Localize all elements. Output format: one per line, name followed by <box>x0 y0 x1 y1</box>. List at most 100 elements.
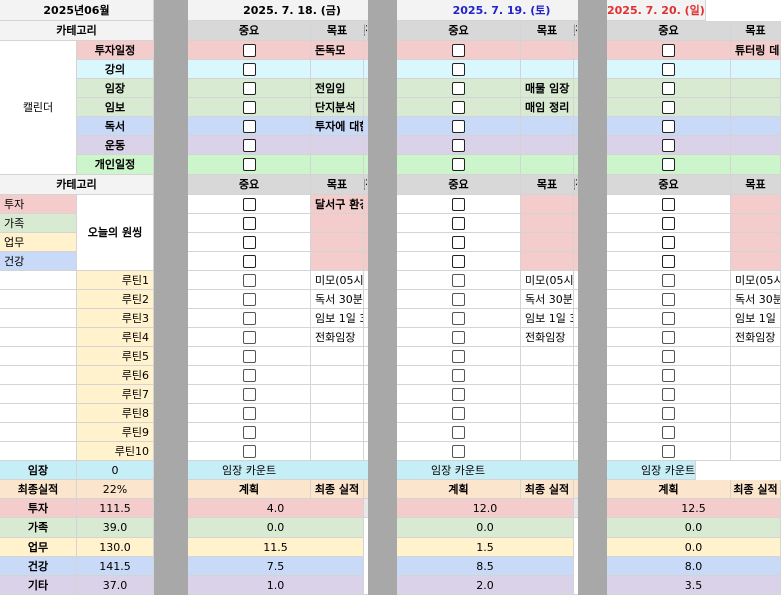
checkbox[interactable] <box>662 197 675 211</box>
goal-cell[interactable]: 전화임장 <box>311 328 364 347</box>
checkbox[interactable] <box>662 330 675 344</box>
goal-cell[interactable] <box>311 347 364 366</box>
importance-cell[interactable] <box>397 271 521 290</box>
checkbox[interactable] <box>242 425 256 439</box>
goal-cell[interactable]: 매물 임장 <box>521 79 574 98</box>
goal-cell[interactable]: 달서구 환경1P <box>311 195 364 214</box>
checkbox[interactable] <box>452 387 465 401</box>
checkbox[interactable] <box>452 216 465 230</box>
checkbox[interactable] <box>242 100 256 114</box>
goal-cell[interactable] <box>521 252 574 271</box>
importance-cell[interactable] <box>188 155 311 175</box>
importance-cell[interactable] <box>607 290 731 309</box>
importance-cell[interactable] <box>607 155 731 175</box>
goal-cell[interactable] <box>521 347 574 366</box>
importance-cell[interactable] <box>397 79 521 98</box>
checkbox[interactable] <box>452 43 465 57</box>
goal-cell[interactable] <box>521 366 574 385</box>
checkbox[interactable] <box>452 62 465 76</box>
importance-cell[interactable] <box>607 117 731 136</box>
goal-cell[interactable] <box>311 385 364 404</box>
importance-cell[interactable] <box>607 271 731 290</box>
importance-cell[interactable] <box>397 117 521 136</box>
importance-cell[interactable] <box>188 271 311 290</box>
importance-cell[interactable] <box>188 404 311 423</box>
checkbox[interactable] <box>242 368 256 382</box>
goal-cell[interactable]: 투자에 대한 생각 <box>311 117 364 136</box>
goal-cell[interactable]: 독서 30분 이상 <box>311 290 364 309</box>
importance-cell[interactable] <box>188 347 311 366</box>
importance-cell[interactable] <box>397 404 521 423</box>
goal-cell[interactable]: 돈독모 <box>311 41 364 60</box>
goal-cell[interactable]: 튜터링 데이 <box>731 41 781 60</box>
importance-cell[interactable] <box>607 347 731 366</box>
checkbox[interactable] <box>662 62 675 76</box>
importance-cell[interactable] <box>188 233 311 252</box>
goal-cell[interactable] <box>731 347 781 366</box>
importance-cell[interactable] <box>607 385 731 404</box>
importance-cell[interactable] <box>397 328 521 347</box>
importance-cell[interactable] <box>188 79 311 98</box>
checkbox[interactable] <box>662 387 675 401</box>
importance-cell[interactable] <box>397 41 521 60</box>
goal-cell[interactable] <box>521 117 574 136</box>
checkbox[interactable] <box>452 292 465 306</box>
importance-cell[interactable] <box>397 347 521 366</box>
importance-cell[interactable] <box>397 366 521 385</box>
goal-cell[interactable] <box>731 404 781 423</box>
importance-cell[interactable] <box>607 214 731 233</box>
goal-cell[interactable] <box>731 136 781 155</box>
checkbox[interactable] <box>242 62 256 76</box>
importance-cell[interactable] <box>188 328 311 347</box>
goal-cell[interactable] <box>731 60 781 79</box>
importance-cell[interactable] <box>188 309 311 328</box>
goal-cell[interactable] <box>731 252 781 271</box>
checkbox[interactable] <box>242 43 256 57</box>
importance-cell[interactable] <box>607 195 731 214</box>
goal-cell[interactable] <box>731 423 781 442</box>
importance-cell[interactable] <box>188 117 311 136</box>
goal-cell[interactable] <box>311 60 364 79</box>
goal-cell[interactable] <box>731 442 781 461</box>
goal-cell[interactable]: 독서 30분 이상 <box>731 290 781 309</box>
goal-cell[interactable] <box>521 385 574 404</box>
importance-cell[interactable] <box>397 195 521 214</box>
importance-cell[interactable] <box>607 98 731 117</box>
checkbox[interactable] <box>452 119 465 133</box>
checkbox[interactable] <box>452 406 465 420</box>
checkbox[interactable] <box>662 138 675 152</box>
importance-cell[interactable] <box>397 233 521 252</box>
importance-cell[interactable] <box>188 41 311 60</box>
checkbox[interactable] <box>662 216 675 230</box>
goal-cell[interactable] <box>731 233 781 252</box>
checkbox[interactable] <box>452 273 465 287</box>
checkbox[interactable] <box>242 406 256 420</box>
importance-cell[interactable] <box>607 328 731 347</box>
goal-cell[interactable] <box>311 233 364 252</box>
goal-cell[interactable]: 단지분석 <box>311 98 364 117</box>
checkbox[interactable] <box>662 273 675 287</box>
checkbox[interactable] <box>242 119 256 133</box>
goal-cell[interactable] <box>521 41 574 60</box>
goal-cell[interactable]: 미모(05시 기상) <box>521 271 574 290</box>
checkbox[interactable] <box>662 406 675 420</box>
goal-cell[interactable] <box>311 366 364 385</box>
importance-cell[interactable] <box>607 41 731 60</box>
importance-cell[interactable] <box>188 442 311 461</box>
checkbox[interactable] <box>452 158 465 171</box>
importance-cell[interactable] <box>188 366 311 385</box>
checkbox[interactable] <box>662 119 675 133</box>
importance-cell[interactable] <box>397 60 521 79</box>
importance-cell[interactable] <box>607 442 731 461</box>
checkbox[interactable] <box>662 254 675 268</box>
goal-cell[interactable]: 전화임장 <box>731 328 781 347</box>
goal-cell[interactable] <box>311 155 364 175</box>
goal-cell[interactable] <box>311 442 364 461</box>
checkbox[interactable] <box>662 158 675 171</box>
importance-cell[interactable] <box>188 252 311 271</box>
goal-cell[interactable] <box>521 195 574 214</box>
importance-cell[interactable] <box>397 290 521 309</box>
checkbox[interactable] <box>662 311 675 325</box>
goal-cell[interactable] <box>731 79 781 98</box>
checkbox[interactable] <box>242 254 256 268</box>
